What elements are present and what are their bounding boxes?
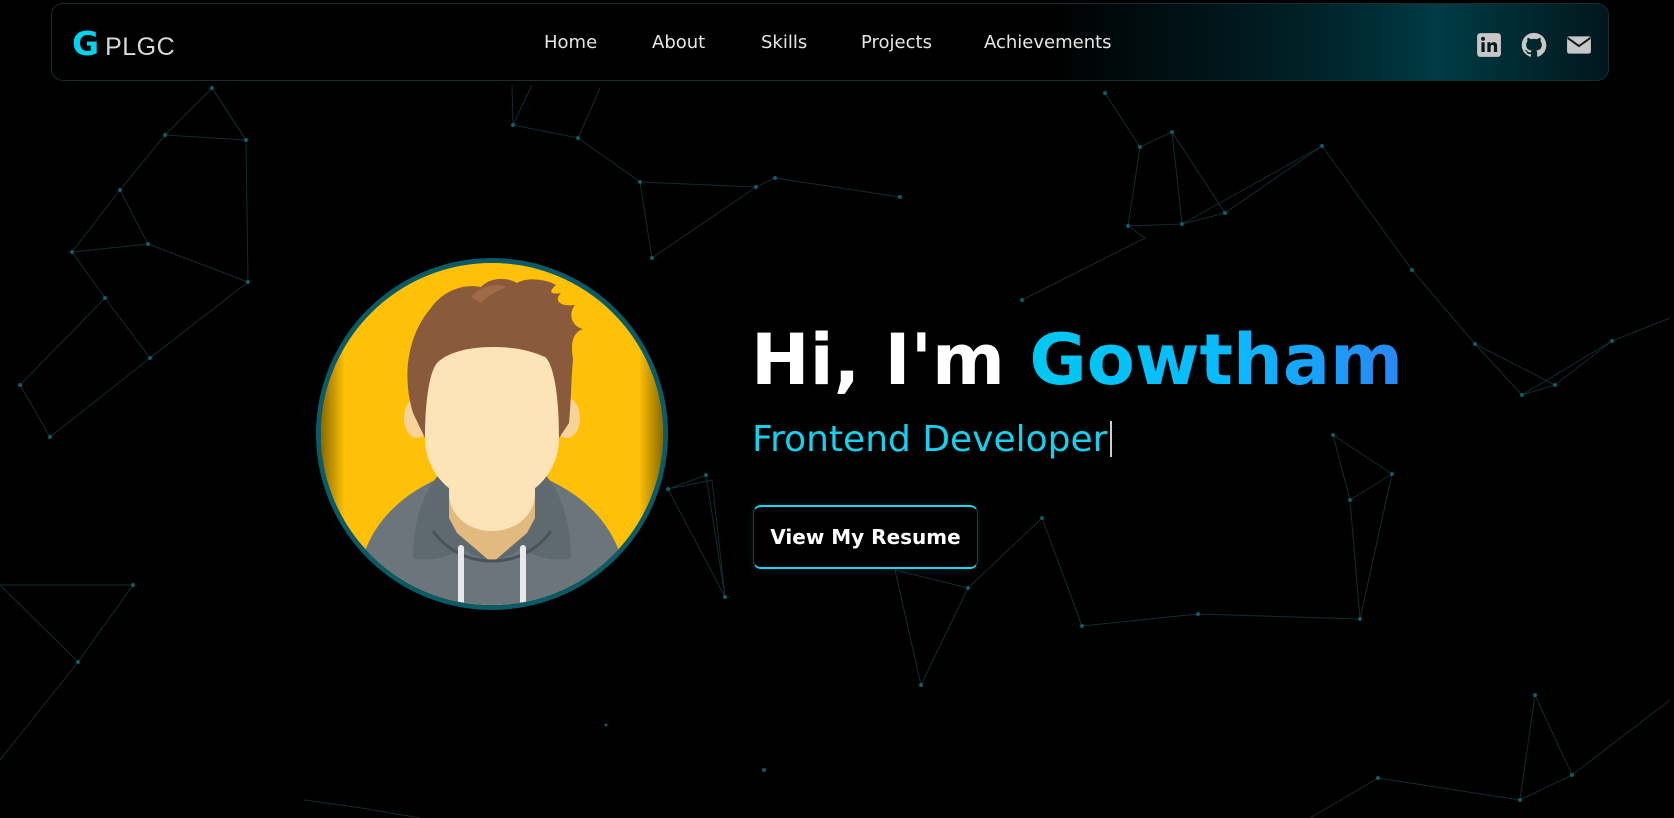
nav-links: Home About Skills Projects Achievements xyxy=(52,4,1608,82)
nav-home[interactable]: Home xyxy=(544,32,597,53)
nav-projects[interactable]: Projects xyxy=(861,32,932,53)
nav-about[interactable]: About xyxy=(652,32,705,53)
github-icon[interactable] xyxy=(1521,32,1547,58)
particle-network-background xyxy=(0,84,1671,818)
navbar: G PLGC Home About Skills Projects Achiev… xyxy=(51,3,1609,81)
mail-icon[interactable] xyxy=(1566,32,1592,58)
hero-greeting: Hi, I'm xyxy=(751,319,1030,401)
hero-name: Gowtham xyxy=(1029,319,1404,401)
hero-role-text: Frontend Developer xyxy=(752,419,1108,460)
nav-skills[interactable]: Skills xyxy=(761,32,807,53)
profile-avatar xyxy=(316,258,668,610)
page: G PLGC Home About Skills Projects Achiev… xyxy=(0,0,1674,818)
hero-role: Frontend Developer xyxy=(752,415,1113,465)
hero-title: Hi, I'm Gowtham xyxy=(751,315,1403,405)
typing-cursor xyxy=(1110,421,1113,457)
linkedin-icon[interactable] xyxy=(1476,32,1502,58)
user-avatar-illustration xyxy=(321,263,663,605)
nav-achievements[interactable]: Achievements xyxy=(984,32,1112,53)
view-resume-button[interactable]: View My Resume xyxy=(753,505,978,569)
